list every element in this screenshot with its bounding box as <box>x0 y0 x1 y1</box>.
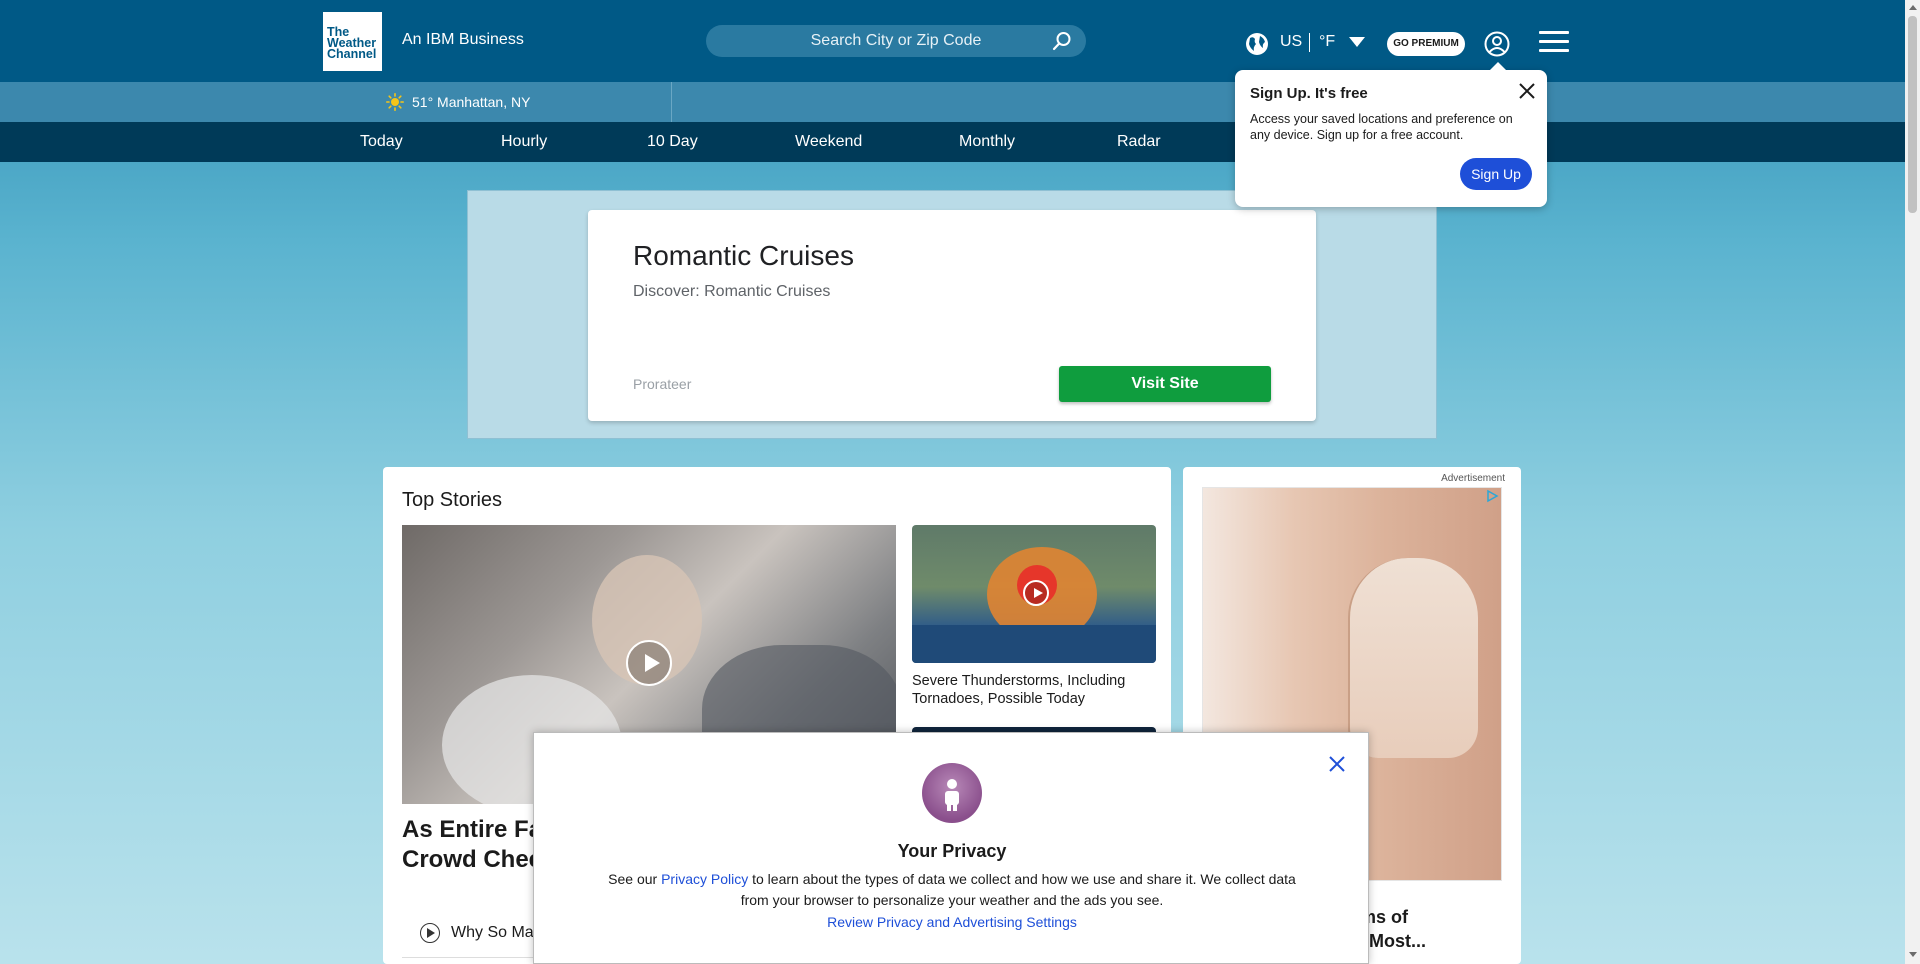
ibm-tagline: An IBM Business <box>402 31 524 48</box>
privacy-text-before: See our <box>608 871 662 887</box>
forecast-nav: Today Hourly 10 Day Weekend Monthly Rada… <box>0 122 1905 162</box>
ad-title[interactable]: Romantic Cruises <box>633 240 854 272</box>
go-premium-button[interactable]: GO PREMIUM <box>1387 32 1465 56</box>
scroll-down-arrow-icon[interactable] <box>1909 952 1917 957</box>
map-water <box>912 625 1156 663</box>
country-selector[interactable]: US <box>1280 33 1302 51</box>
chevron-down-icon[interactable] <box>1349 37 1365 47</box>
nav-item-radar[interactable]: Radar <box>1117 133 1161 151</box>
signup-description: Access your saved locations and preferen… <box>1250 112 1513 142</box>
story-link[interactable]: Why So Ma <box>451 924 534 942</box>
user-icon[interactable] <box>1484 31 1510 57</box>
menu-bar <box>1539 31 1569 34</box>
unit-selector[interactable]: °F <box>1319 33 1335 51</box>
advertisement-label: Advertisement <box>1441 473 1505 484</box>
nav-item-10-day[interactable]: 10 Day <box>647 133 698 151</box>
scroll-up-arrow-icon[interactable] <box>1909 5 1917 10</box>
close-icon[interactable] <box>1517 81 1537 101</box>
weather-channel-logo[interactable]: The Weather Channel <box>323 12 382 71</box>
menu-bar <box>1539 49 1569 52</box>
privacy-modal: Your Privacy See our Privacy Policy to l… <box>533 732 1369 964</box>
signup-popup: Sign Up. It's free Access your saved loc… <box>1235 62 1547 207</box>
nav-item-weekend[interactable]: Weekend <box>795 133 862 151</box>
sign-up-button[interactable]: Sign Up <box>1460 158 1532 190</box>
ad-subtitle: Discover: Romantic Cruises <box>633 283 831 300</box>
privacy-title: Your Privacy <box>897 841 1007 861</box>
privacy-person-icon <box>922 763 982 823</box>
privacy-description: See our Privacy Policy to learn about th… <box>604 869 1300 911</box>
play-circle-icon <box>420 923 440 943</box>
signup-title: Sign Up. It's free <box>1250 85 1368 102</box>
ad-sponsor: Prorateer <box>633 376 692 392</box>
adchoices-icon[interactable] <box>1485 489 1499 503</box>
current-location-weather[interactable]: 51° Manhattan, NY <box>412 94 530 110</box>
side-story-video-thumbnail[interactable] <box>912 525 1156 663</box>
sun-icon <box>386 93 404 111</box>
close-icon[interactable] <box>1327 754 1347 774</box>
page-scrollbar[interactable] <box>1905 0 1920 964</box>
ad-image-shape <box>1348 558 1478 758</box>
site-header: The Weather Channel An IBM Business Sear… <box>0 0 1905 82</box>
privacy-text-after: to learn about the types of data we coll… <box>740 871 1296 908</box>
menu-bar <box>1539 40 1569 43</box>
ad-banner-card[interactable]: Romantic Cruises Discover: Romantic Crui… <box>588 210 1316 421</box>
location-bar: 51° Manhattan, NY <box>0 82 1905 122</box>
menu-icon[interactable] <box>1539 31 1569 53</box>
search-placeholder: Search City or Zip Code <box>810 32 982 49</box>
search-input[interactable]: Search City or Zip Code <box>706 25 1086 57</box>
play-icon[interactable] <box>626 640 672 686</box>
logo-line-3: Channel <box>327 47 377 61</box>
side-story-headline[interactable]: Severe Thunderstorms, Including Tornadoe… <box>912 672 1162 708</box>
scroll-thumb[interactable] <box>1908 16 1917 213</box>
review-privacy-settings-link[interactable]: Review Privacy and Advertising Settings <box>534 914 1370 930</box>
nav-item-hourly[interactable]: Hourly <box>501 133 547 151</box>
nav-item-today[interactable]: Today <box>360 133 403 151</box>
play-icon[interactable] <box>1023 580 1049 606</box>
nav-item-monthly[interactable]: Monthly <box>959 133 1015 151</box>
divider <box>1309 33 1310 52</box>
divider <box>671 82 672 122</box>
section-title: Top Stories <box>402 489 503 511</box>
visit-site-button[interactable]: Visit Site <box>1059 366 1271 402</box>
privacy-policy-link[interactable]: Privacy Policy <box>661 871 748 887</box>
globe-icon[interactable] <box>1245 32 1269 56</box>
search-icon[interactable] <box>1052 31 1072 51</box>
